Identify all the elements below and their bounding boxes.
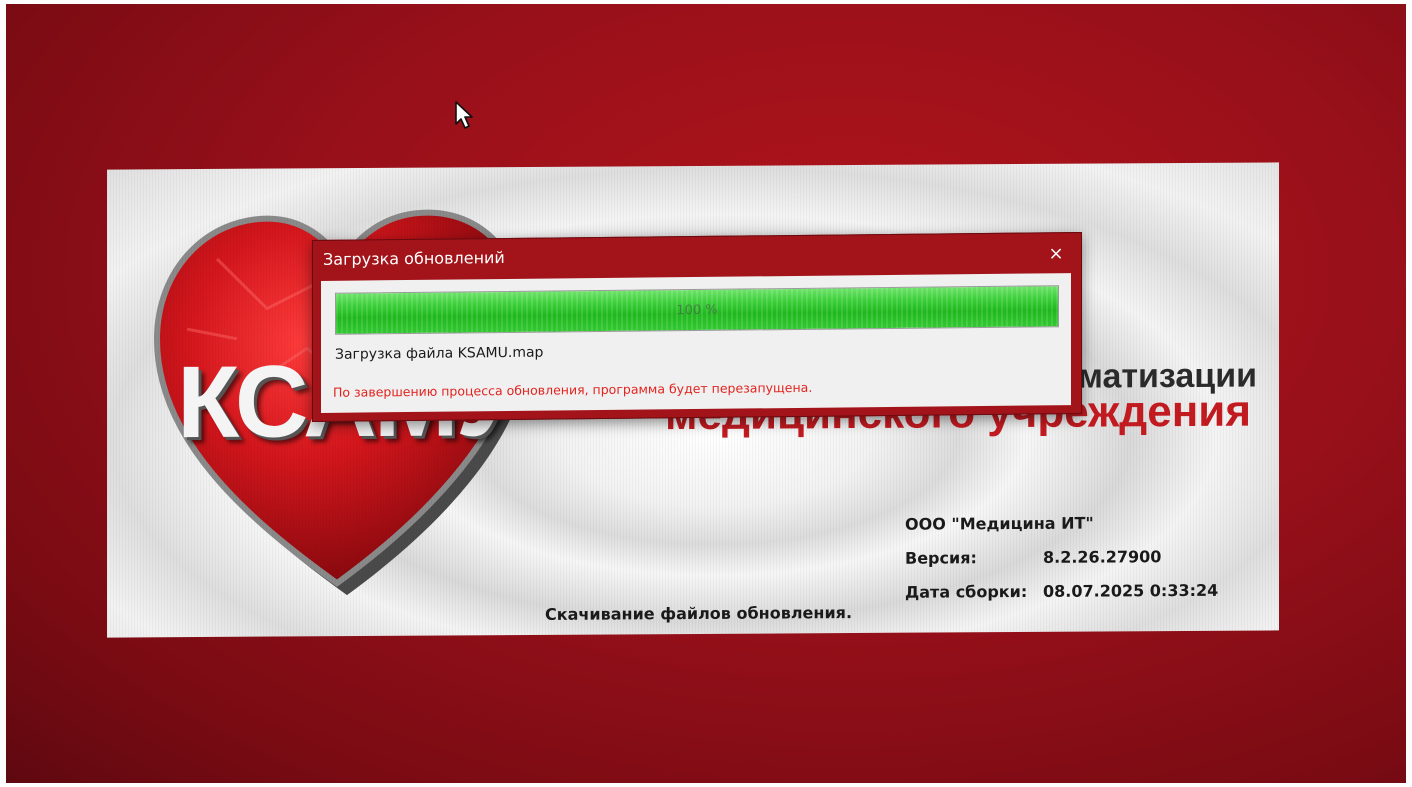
version-value: 8.2.26.27900 xyxy=(1043,546,1162,567)
photo-frame-left xyxy=(0,0,6,787)
version-info: ООО "Медицина ИТ" Версия: 8.2.26.27900 Д… xyxy=(905,505,1218,609)
photo-frame-top xyxy=(0,0,1412,4)
download-progress-bar: 100 % xyxy=(335,285,1059,335)
build-date-value: 08.07.2025 0:33:24 xyxy=(1043,580,1219,601)
company-name: ООО "Медицина ИТ" xyxy=(905,513,1094,534)
close-icon[interactable]: × xyxy=(1045,243,1067,265)
dialog-title: Загрузка обновлений xyxy=(323,248,505,269)
company-row: ООО "Медицина ИТ" xyxy=(905,505,1218,541)
cursor-arrow-icon xyxy=(455,101,473,129)
splash-status-text: Скачивание файлов обновления. xyxy=(545,603,853,624)
dialog-body: 100 % Загрузка файла KSAMU.map По заверш… xyxy=(321,273,1071,413)
photo-frame-bottom xyxy=(0,783,1412,787)
build-date-row: Дата сборки: 08.07.2025 0:33:24 xyxy=(905,573,1218,609)
photo-frame-right xyxy=(1406,0,1412,787)
update-download-dialog[interactable]: Загрузка обновлений × 100 % Загрузка фай… xyxy=(312,231,1082,423)
build-date-label: Дата сборки: xyxy=(905,581,1028,602)
progress-percent-text: 100 % xyxy=(676,302,718,318)
version-row: Версия: 8.2.26.27900 xyxy=(905,539,1218,575)
current-file-text: Загрузка файла KSAMU.map xyxy=(335,344,544,363)
version-label: Версия: xyxy=(905,547,977,568)
restart-notice-text: По завершению процесса обновления, прогр… xyxy=(333,379,813,400)
